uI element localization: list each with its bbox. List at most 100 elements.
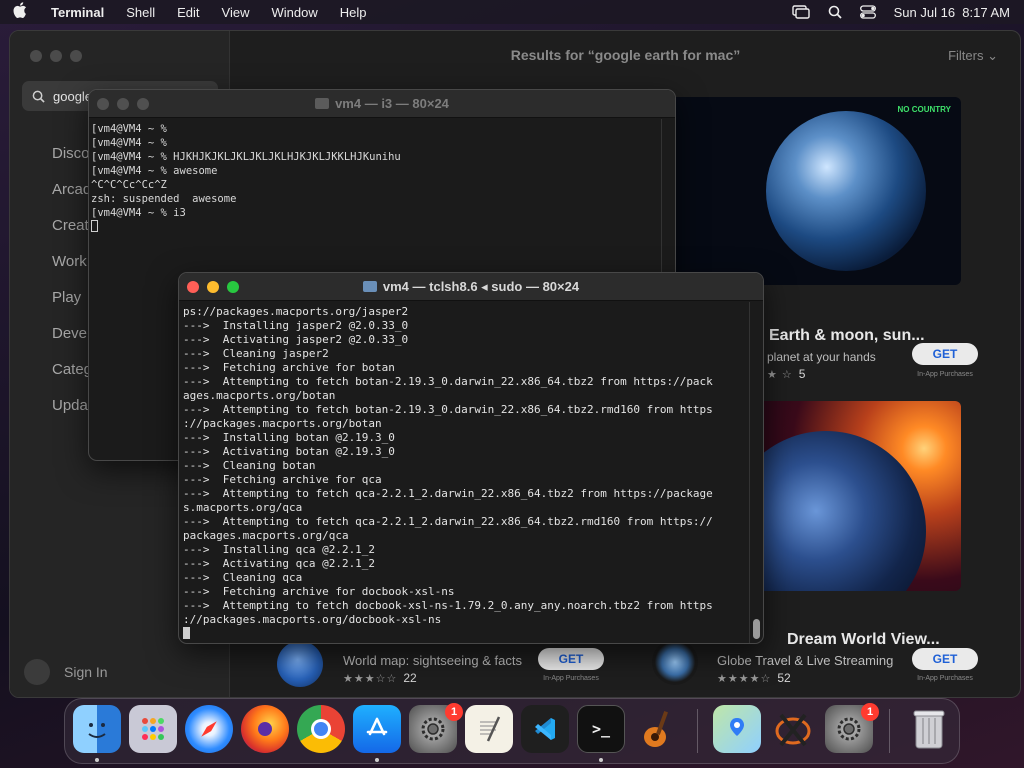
terminal-line: ---> Cleaning jasper2 bbox=[183, 347, 329, 360]
scrollbar-thumb[interactable] bbox=[753, 619, 760, 639]
close-button[interactable] bbox=[187, 281, 199, 293]
terminal-line: ---> Fetching archive for botan bbox=[183, 361, 395, 374]
rating-count-3: 52 bbox=[777, 671, 791, 685]
terminal-line: zsh: suspended awesome bbox=[91, 193, 237, 205]
rating-count-2: 22 bbox=[403, 671, 417, 685]
terminal-line: ---> Cleaning botan bbox=[183, 459, 316, 472]
terminal-line: [vm4@VM4 ~ % bbox=[91, 123, 174, 135]
apple-menu-icon[interactable] bbox=[0, 2, 40, 22]
terminal-line: [vm4@VM4 ~ % HJKHJKJKLJKLJKLJKLHJKJKLJKK… bbox=[91, 151, 401, 163]
app-rating-2: ★★★☆☆ 22 bbox=[343, 671, 417, 685]
finder-icon[interactable] bbox=[73, 705, 121, 753]
notification-badge: 1 bbox=[861, 703, 879, 721]
filters-button[interactable]: Filters ⌄ bbox=[948, 48, 998, 64]
terminal-line: ---> Attempting to fetch qca-2.2.1_2.dar… bbox=[183, 487, 713, 500]
window-controls bbox=[97, 98, 149, 110]
results-title: Results for “google earth for mac” bbox=[510, 47, 741, 63]
chevron-down-icon: ⌄ bbox=[987, 48, 998, 63]
menu-help[interactable]: Help bbox=[329, 5, 378, 20]
minimize-button[interactable] bbox=[117, 98, 129, 110]
terminal-line: ---> Activating botan @2.19.3_0 bbox=[183, 445, 395, 458]
menu-bar: Terminal Shell Edit View Window Help Sun… bbox=[0, 0, 1024, 24]
text-cursor bbox=[91, 220, 98, 232]
safari-icon[interactable] bbox=[185, 705, 233, 753]
terminal-cursor-line bbox=[183, 627, 759, 641]
terminal-line: ages.macports.org/botan bbox=[183, 389, 336, 402]
text-cursor bbox=[183, 627, 190, 639]
menu-view[interactable]: View bbox=[211, 5, 261, 20]
minimize-button[interactable] bbox=[50, 50, 62, 62]
get-button-2[interactable]: GET bbox=[538, 648, 604, 670]
textedit-icon[interactable] bbox=[465, 705, 513, 753]
terminal-line: ---> Installing botan @2.19.3_0 bbox=[183, 431, 395, 444]
app-store-window-controls bbox=[30, 50, 82, 62]
terminal-line: ---> Attempting to fetch botan-2.19.3_0.… bbox=[183, 375, 713, 388]
terminal-output[interactable]: ps://packages.macports.org/jasper2 ---> I… bbox=[179, 302, 763, 643]
menu-shell[interactable]: Shell bbox=[115, 5, 166, 20]
avatar bbox=[24, 659, 50, 685]
trash-icon[interactable] bbox=[905, 705, 953, 753]
menu-edit[interactable]: Edit bbox=[166, 5, 210, 20]
terminal-line: ---> Cleaning qca bbox=[183, 571, 303, 584]
terminal-line: ^C^C^Cc^Cc^Z bbox=[91, 179, 167, 191]
system-settings-icon-2[interactable]: 1 bbox=[825, 703, 879, 753]
menu-app-name[interactable]: Terminal bbox=[40, 5, 115, 20]
filters-label: Filters bbox=[948, 48, 984, 63]
app-title-1[interactable]: Earth & moon, sun... bbox=[769, 327, 925, 345]
app-rating-3: ★★★★☆ 52 bbox=[717, 671, 791, 685]
terminal-cursor-line bbox=[91, 220, 673, 234]
launchpad-icon[interactable] bbox=[129, 705, 177, 753]
zoom-button[interactable] bbox=[137, 98, 149, 110]
terminal-icon[interactable]: >_ bbox=[577, 705, 625, 753]
get-button-3[interactable]: GET bbox=[912, 648, 978, 670]
system-settings-icon[interactable]: 1 bbox=[409, 703, 463, 753]
zoom-button[interactable] bbox=[227, 281, 239, 293]
terminal-line: ---> Activating jasper2 @2.0.33_0 bbox=[183, 333, 409, 346]
finder-running-indicator bbox=[95, 758, 99, 762]
app-subtitle-1: planet at your hands bbox=[767, 350, 876, 364]
screen-mirroring-icon[interactable] bbox=[791, 5, 810, 19]
firefox-icon[interactable] bbox=[241, 705, 289, 753]
sign-in-button[interactable]: Sign In bbox=[24, 659, 108, 685]
earth-screenshot-card[interactable]: NO COUNTRY bbox=[671, 97, 961, 285]
dream-world-screenshot-card[interactable] bbox=[756, 401, 961, 591]
x-window-system-icon[interactable] bbox=[769, 705, 817, 753]
menu-window[interactable]: Window bbox=[261, 5, 329, 20]
terminal-window-sudo[interactable]: vm4 — tclsh8.6 ◂ sudo — 80×24 ps://packa… bbox=[178, 272, 764, 644]
terminal-title: vm4 — i3 — 80×24 bbox=[335, 96, 449, 111]
terminal-title: vm4 — tclsh8.6 ◂ sudo — 80×24 bbox=[382, 278, 580, 294]
control-center-icon[interactable] bbox=[859, 5, 876, 19]
terminal-scrollbar[interactable] bbox=[749, 302, 763, 643]
terminal-line: s.macports.org/qca bbox=[183, 501, 303, 514]
app-subtitle-3: Globe Travel & Live Streaming bbox=[717, 653, 894, 668]
vscode-icon[interactable] bbox=[521, 705, 569, 753]
terminal-line: ---> Fetching archive for docbook-xsl-ns bbox=[183, 585, 455, 598]
terminal-title-bar[interactable]: vm4 — i3 — 80×24 bbox=[89, 90, 675, 118]
world-map-app-icon[interactable] bbox=[277, 641, 323, 687]
app-store-icon[interactable] bbox=[353, 705, 401, 753]
search-query-text: google bbox=[53, 88, 93, 104]
sign-in-label: Sign In bbox=[64, 664, 108, 680]
dream-world-app-icon[interactable] bbox=[652, 639, 698, 685]
maps-icon[interactable] bbox=[713, 705, 761, 753]
close-button[interactable] bbox=[30, 50, 42, 62]
menu-clock[interactable]: Sun Jul 16 8:17 AM bbox=[894, 5, 1010, 20]
get-button-1[interactable]: GET bbox=[912, 343, 978, 365]
terminal-title-bar[interactable]: vm4 — tclsh8.6 ◂ sudo — 80×24 bbox=[179, 273, 763, 301]
chrome-icon[interactable] bbox=[297, 705, 345, 753]
terminal-line: packages.macports.org/qca bbox=[183, 529, 349, 542]
window-controls bbox=[187, 281, 239, 293]
close-button[interactable] bbox=[97, 98, 109, 110]
zoom-button[interactable] bbox=[70, 50, 82, 62]
terminal-line: ---> Activating qca @2.2.1_2 bbox=[183, 557, 376, 570]
app-title-3[interactable]: Dream World View... bbox=[787, 631, 940, 649]
earth-night-image bbox=[756, 431, 926, 591]
minimize-button[interactable] bbox=[207, 281, 219, 293]
spotlight-search-icon[interactable] bbox=[828, 5, 842, 19]
garageband-icon[interactable] bbox=[633, 705, 681, 753]
terminal-line: ---> Installing jasper2 @2.0.33_0 bbox=[183, 319, 409, 332]
terminal-line: ---> Attempting to fetch qca-2.2.1_2.dar… bbox=[183, 515, 713, 528]
dock-separator bbox=[697, 709, 698, 753]
folder-icon bbox=[315, 98, 330, 109]
app-subtitle-2[interactable]: World map: sightseeing & facts bbox=[343, 653, 522, 668]
